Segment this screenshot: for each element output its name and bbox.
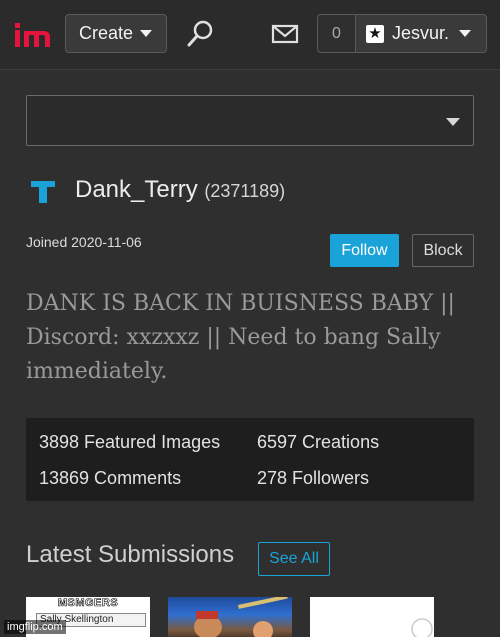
create-button[interactable]: Create: [65, 14, 167, 53]
stat-comments[interactable]: 13869 Comments: [39, 468, 181, 489]
imgflip-logo[interactable]: [14, 22, 54, 48]
create-button-label: Create: [79, 23, 134, 43]
joined-date: Joined 2020-11-06: [26, 234, 142, 250]
profile-id: (2371189): [204, 181, 286, 201]
thumbnail-caption: MSMGERS: [57, 597, 119, 609]
latest-submissions-heading: Latest Submissions: [26, 541, 235, 568]
profile-username: Dank_Terry (2371189): [75, 176, 285, 204]
notification-count-button[interactable]: 0: [317, 14, 355, 53]
chevron-down-icon: [446, 118, 460, 126]
top-navigation-bar: Create 0 ★ Jesvur.: [0, 0, 500, 70]
profile-bio: DANK IS BACK IN BUISNESS BABY || Discord…: [26, 291, 455, 384]
user-menu-button[interactable]: ★ Jesvur.: [355, 14, 487, 53]
mail-icon[interactable]: [270, 22, 300, 46]
follow-button[interactable]: Follow: [330, 234, 399, 267]
see-all-button[interactable]: See All: [258, 542, 330, 576]
chevron-down-icon: [140, 30, 153, 37]
stream-select[interactable]: [26, 95, 474, 146]
profile-stats-panel: 3898 Featured Images 6597 Creations 1386…: [26, 418, 474, 501]
block-button[interactable]: Block: [412, 234, 474, 267]
user-menu-name: Jesvur.: [392, 23, 450, 43]
stat-featured-images[interactable]: 3898 Featured Images: [39, 432, 220, 453]
star-icon: ★: [366, 24, 384, 43]
user-avatar: [30, 180, 56, 204]
search-icon[interactable]: [184, 18, 216, 50]
profile-name: Dank_Terry: [75, 176, 198, 203]
notification-count: 0: [332, 24, 341, 42]
submission-thumbnail[interactable]: [168, 597, 292, 637]
stat-followers[interactable]: 278 Followers: [257, 468, 369, 489]
chevron-down-icon: [459, 30, 472, 37]
submission-thumbnail[interactable]: [310, 597, 434, 637]
stat-creations[interactable]: 6597 Creations: [257, 432, 379, 453]
imgflip-watermark: imgflip.com: [4, 620, 66, 634]
